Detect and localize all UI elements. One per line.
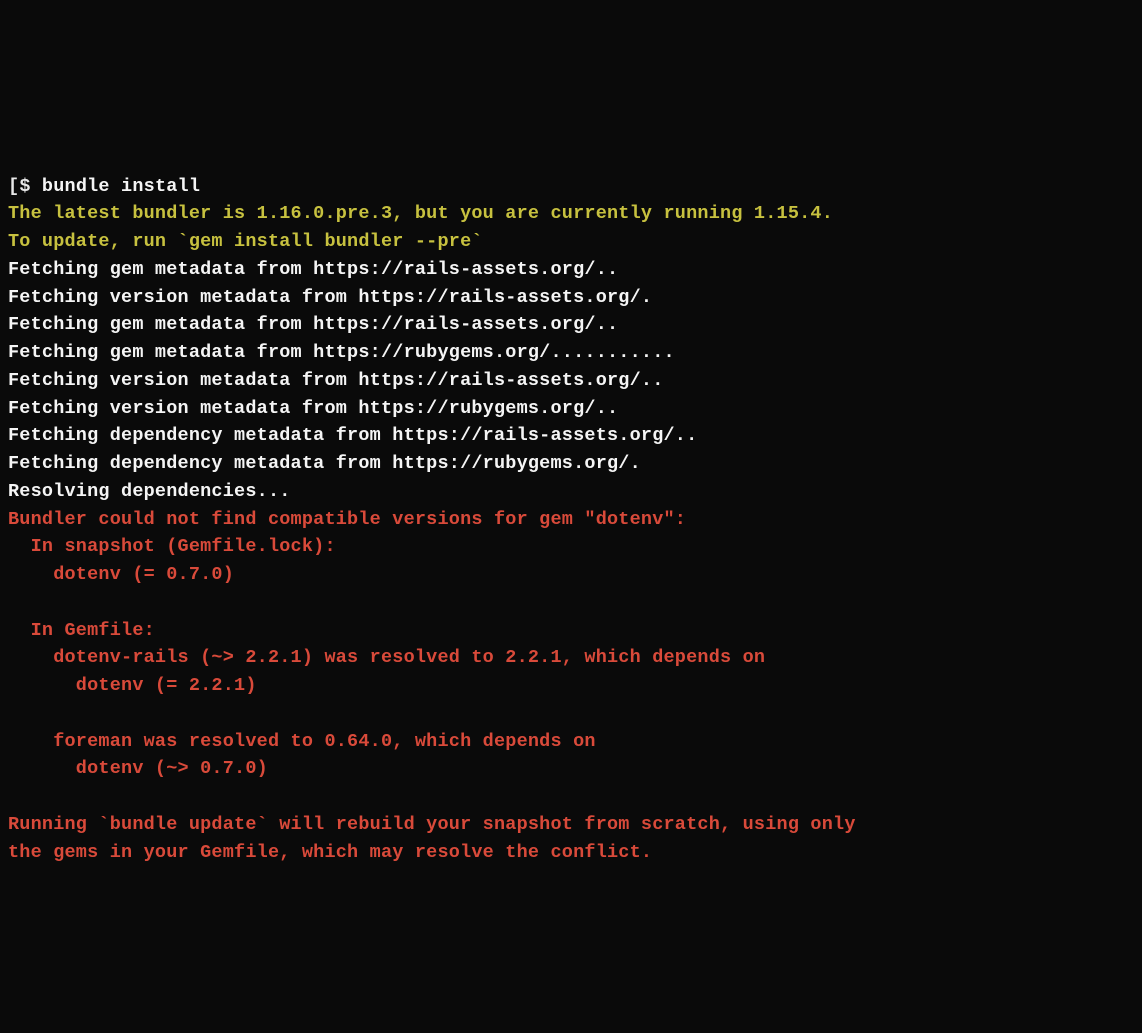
output-line: Fetching version metadata from https://r… [8,395,1134,423]
output-line: Fetching dependency metadata from https:… [8,450,1134,478]
output-line: Fetching gem metadata from https://rails… [8,311,1134,339]
output-line: dotenv (= 2.2.1) [8,672,1134,700]
command-text: bundle install [42,176,200,197]
output-line: In snapshot (Gemfile.lock): [8,533,1134,561]
output-line: dotenv (~> 0.7.0) [8,755,1134,783]
output-line: In Gemfile: [8,617,1134,645]
prompt-dollar: $ [19,176,42,197]
output-line [8,589,1134,617]
terminal-output: [$ bundle installThe latest bundler is 1… [8,117,1134,894]
prompt-bracket: [ [8,176,19,197]
output-line: foreman was resolved to 0.64.0, which de… [8,728,1134,756]
prompt-line[interactable]: [$ bundle install [8,173,1134,201]
output-line: Fetching gem metadata from https://rails… [8,256,1134,284]
output-line: the gems in your Gemfile, which may reso… [8,839,1134,867]
output-line: To update, run `gem install bundler --pr… [8,228,1134,256]
output-line [8,700,1134,728]
output-line: Fetching dependency metadata from https:… [8,422,1134,450]
output-line: dotenv (= 0.7.0) [8,561,1134,589]
output-line: dotenv-rails (~> 2.2.1) was resolved to … [8,644,1134,672]
output-line [8,783,1134,811]
output-line: Fetching version metadata from https://r… [8,284,1134,312]
output-line: Bundler could not find compatible versio… [8,506,1134,534]
output-line: Fetching version metadata from https://r… [8,367,1134,395]
output-lines: The latest bundler is 1.16.0.pre.3, but … [8,200,1134,866]
output-line: Resolving dependencies... [8,478,1134,506]
output-line: Running `bundle update` will rebuild you… [8,811,1134,839]
output-line: The latest bundler is 1.16.0.pre.3, but … [8,200,1134,228]
output-line: Fetching gem metadata from https://rubyg… [8,339,1134,367]
